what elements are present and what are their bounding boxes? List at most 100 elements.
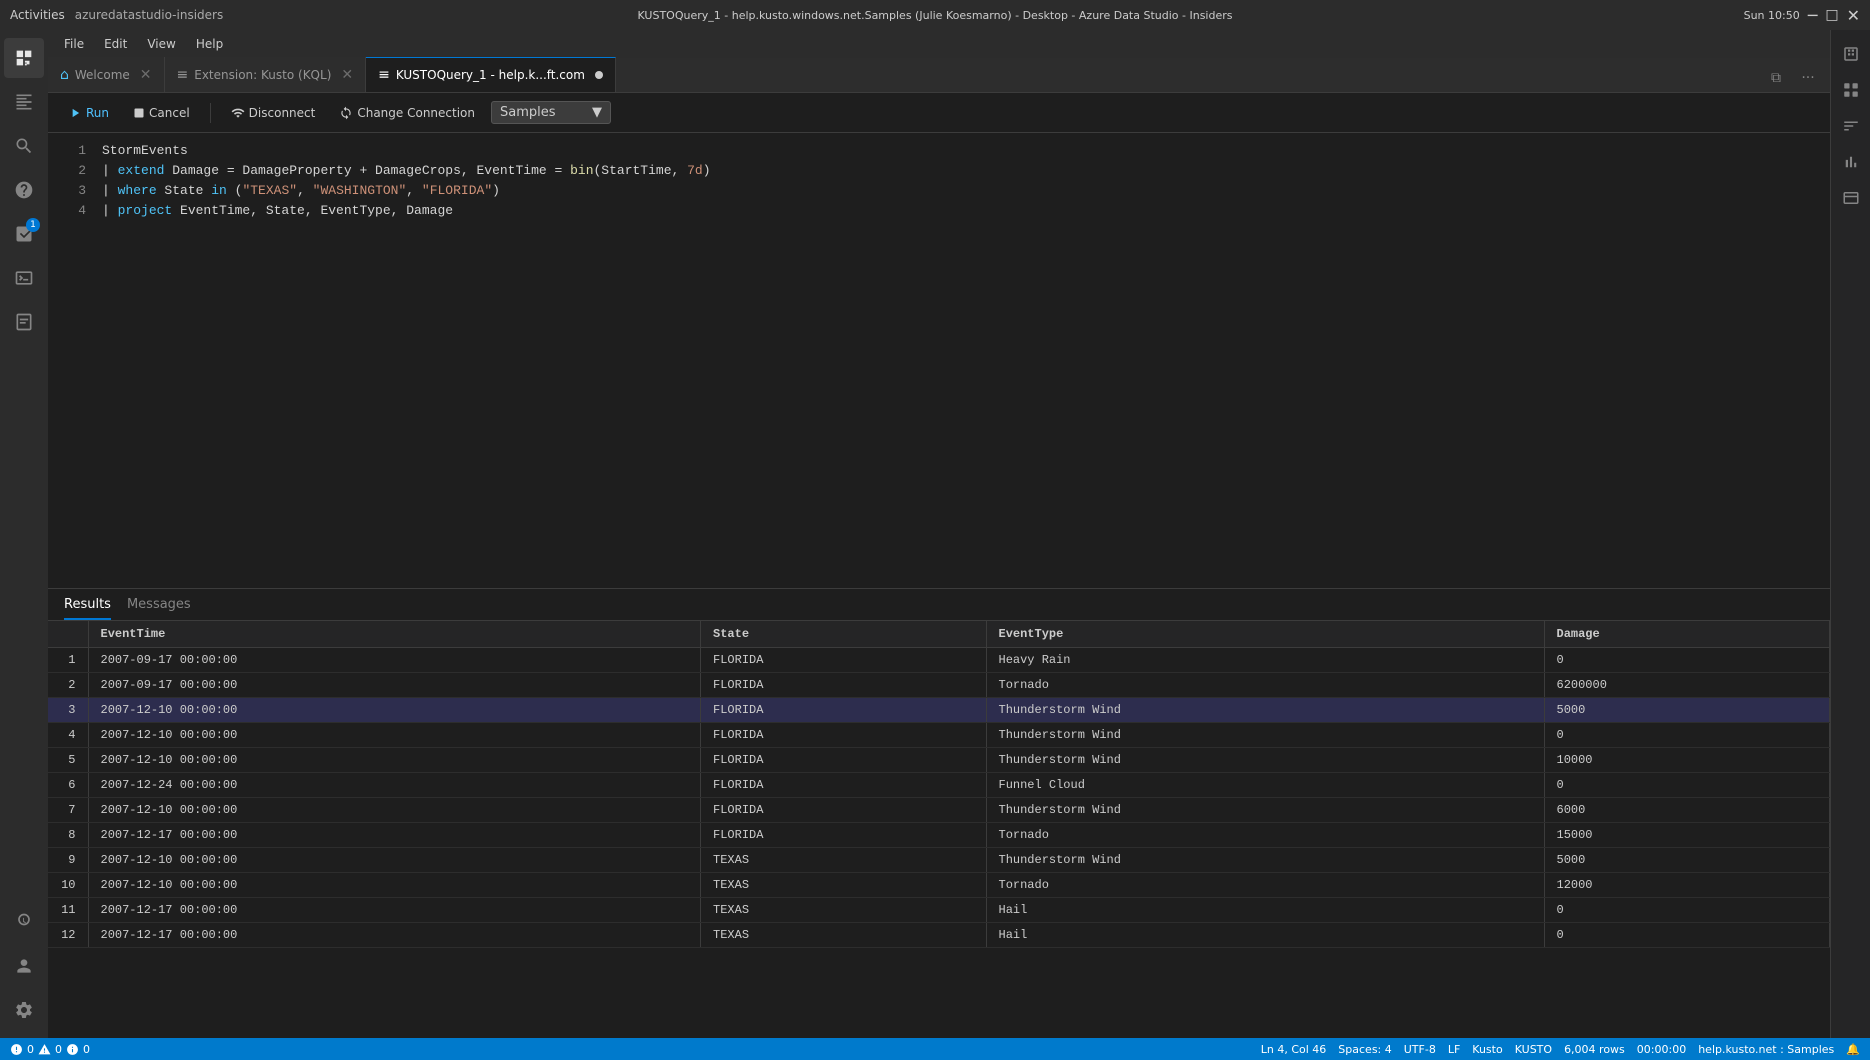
menu-bar: File Edit View Help	[48, 30, 1830, 58]
table-row: 12007-09-17 00:00:00FLORIDAHeavy Rain0	[48, 648, 1830, 673]
sidebar-item-account[interactable]	[4, 946, 44, 986]
results-tabs: Results Messages	[48, 589, 1830, 621]
damage-cell: 0	[1544, 723, 1830, 748]
app-body: 1 File Edit View Help	[0, 30, 1870, 1038]
table-row: 52007-12-10 00:00:00FLORIDAThunderstorm …	[48, 748, 1830, 773]
sidebar-item-terminal[interactable]	[4, 258, 44, 298]
change-connection-button[interactable]: Change Connection	[331, 102, 483, 124]
data-table: EventTime State EventType Damage 12007-0…	[48, 621, 1830, 948]
code-content[interactable]: StormEvents | extend Damage = DamageProp…	[98, 133, 1830, 588]
state-cell: FLORIDA	[701, 673, 986, 698]
status-bar: 0 0 0 Ln 4, Col 46 Spaces: 4 UTF-8 LF Ku…	[0, 1038, 1870, 1060]
right-panel-icon-4[interactable]	[1835, 146, 1867, 178]
event-type-cell: Hail	[986, 898, 1544, 923]
sidebar-item-settings[interactable]	[4, 990, 44, 1030]
event-type-cell: Thunderstorm Wind	[986, 698, 1544, 723]
state-cell: FLORIDA	[701, 798, 986, 823]
activities-label[interactable]: Activities	[10, 8, 65, 22]
toolbar: Run Cancel Disconnect Change Connection …	[48, 93, 1830, 133]
warning-count: 0	[55, 1043, 62, 1056]
editor-area: 1 2 3 4 StormEvents | extend Damage = Da…	[48, 133, 1830, 588]
sidebar-item-explorer[interactable]	[4, 82, 44, 122]
run-button[interactable]: Run	[60, 102, 117, 124]
row-num-cell: 10	[48, 873, 88, 898]
status-errors[interactable]: 0 0 0	[10, 1043, 90, 1056]
right-panel-icon-1[interactable]	[1835, 38, 1867, 70]
tab-welcome-close[interactable]: ✕	[140, 67, 152, 83]
menu-file[interactable]: File	[56, 34, 92, 54]
maximize-btn[interactable]: □	[1825, 7, 1838, 23]
damage-cell: 15000	[1544, 823, 1830, 848]
sidebar-item-search[interactable]	[4, 126, 44, 166]
tab-kusto-ext[interactable]: ≡ Extension: Kusto (KQL) ✕	[165, 57, 367, 92]
cancel-label: Cancel	[149, 106, 190, 120]
right-panel-icon-5[interactable]	[1835, 182, 1867, 214]
cancel-button[interactable]: Cancel	[125, 102, 198, 124]
event-time-cell: 2007-12-10 00:00:00	[88, 848, 701, 873]
col-eventtype-header: EventType	[986, 621, 1544, 648]
tab-kusto-query-label: KUSTOQuery_1 - help.k...ft.com	[396, 68, 585, 82]
close-btn[interactable]: ✕	[1847, 6, 1860, 25]
row-num-cell: 1	[48, 648, 88, 673]
split-editor-btn[interactable]: ⧉	[1762, 64, 1790, 92]
right-panel-icon-3[interactable]	[1835, 110, 1867, 142]
state-cell: TEXAS	[701, 923, 986, 948]
status-position[interactable]: Ln 4, Col 46	[1261, 1043, 1327, 1056]
table-row: 122007-12-17 00:00:00TEXASHail0	[48, 923, 1830, 948]
sidebar-item-git[interactable]	[4, 902, 44, 942]
event-type-cell: Thunderstorm Wind	[986, 748, 1544, 773]
status-spaces[interactable]: Spaces: 4	[1338, 1043, 1391, 1056]
row-num-cell: 4	[48, 723, 88, 748]
results-content[interactable]: EventTime State EventType Damage 12007-0…	[48, 621, 1830, 1038]
tab-results[interactable]: Results	[64, 591, 111, 620]
menu-help[interactable]: Help	[188, 34, 231, 54]
sidebar-item-notebooks[interactable]	[4, 302, 44, 342]
table-row: 112007-12-17 00:00:00TEXASHail0	[48, 898, 1830, 923]
title-bar-left: Activities azuredatastudio-insiders	[10, 8, 223, 22]
col-eventtime-header: EventTime	[88, 621, 701, 648]
col-state-header: State	[701, 621, 986, 648]
line-numbers: 1 2 3 4	[48, 133, 98, 588]
sidebar-item-extensions[interactable]	[4, 38, 44, 78]
event-type-cell: Thunderstorm Wind	[986, 848, 1544, 873]
status-encoding[interactable]: UTF-8	[1404, 1043, 1436, 1056]
change-connection-label: Change Connection	[357, 106, 475, 120]
status-schema[interactable]: KUSTO	[1515, 1043, 1552, 1056]
row-num-cell: 8	[48, 823, 88, 848]
status-notifications[interactable]: 🔔	[1846, 1043, 1860, 1056]
status-language[interactable]: Kusto	[1472, 1043, 1502, 1056]
event-time-cell: 2007-12-24 00:00:00	[88, 773, 701, 798]
info-count: 0	[83, 1043, 90, 1056]
event-time-cell: 2007-12-10 00:00:00	[88, 723, 701, 748]
row-num-cell: 11	[48, 898, 88, 923]
menu-edit[interactable]: Edit	[96, 34, 135, 54]
table-row: 102007-12-10 00:00:00TEXASTornado12000	[48, 873, 1830, 898]
sidebar-item-connections[interactable]: 1	[4, 214, 44, 254]
error-count: 0	[27, 1043, 34, 1056]
menu-view[interactable]: View	[139, 34, 183, 54]
status-line-ending[interactable]: LF	[1448, 1043, 1460, 1056]
disconnect-button[interactable]: Disconnect	[223, 102, 324, 124]
event-time-cell: 2007-12-17 00:00:00	[88, 898, 701, 923]
event-time-cell: 2007-09-17 00:00:00	[88, 673, 701, 698]
tab-messages[interactable]: Messages	[127, 591, 191, 620]
status-server[interactable]: help.kusto.net : Samples	[1698, 1043, 1834, 1056]
table-row: 92007-12-10 00:00:00TEXASThunderstorm Wi…	[48, 848, 1830, 873]
right-panel-icon-2[interactable]	[1835, 74, 1867, 106]
activity-bar-bottom	[4, 902, 44, 1038]
tab-kusto-query[interactable]: ≡ KUSTOQuery_1 - help.k...ft.com	[366, 57, 616, 92]
state-cell: TEXAS	[701, 898, 986, 923]
more-tabs-btn[interactable]: ···	[1794, 64, 1822, 92]
sidebar-item-help[interactable]	[4, 170, 44, 210]
table-row: 32007-12-10 00:00:00FLORIDAThunderstorm …	[48, 698, 1830, 723]
database-dropdown-icon: ▼	[592, 105, 602, 120]
tab-welcome[interactable]: ⌂ Welcome ✕	[48, 57, 165, 92]
table-header-row: EventTime State EventType Damage	[48, 621, 1830, 648]
minimize-btn[interactable]: ─	[1808, 6, 1818, 25]
tab-modified-indicator	[595, 71, 603, 79]
event-type-cell: Tornado	[986, 823, 1544, 848]
tab-kusto-ext-close[interactable]: ✕	[341, 67, 353, 83]
database-selector[interactable]: Samples ▼	[491, 101, 611, 124]
status-time: 00:00:00	[1637, 1043, 1686, 1056]
event-time-cell: 2007-12-17 00:00:00	[88, 823, 701, 848]
